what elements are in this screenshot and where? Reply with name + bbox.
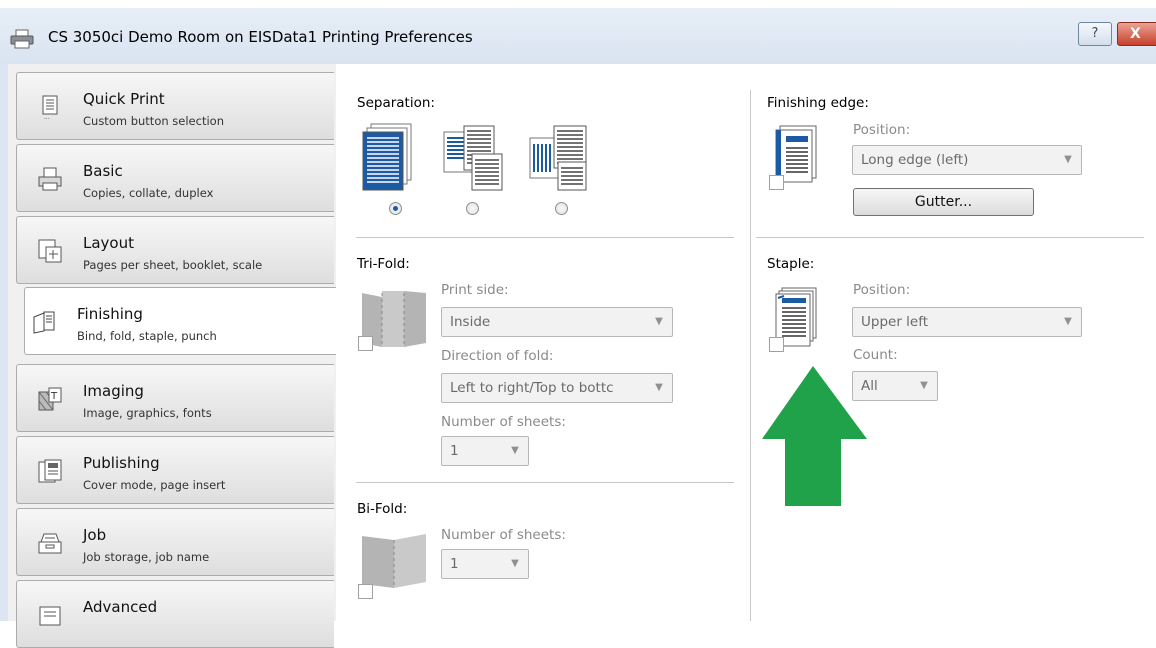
tab-name: Quick Print bbox=[83, 90, 165, 108]
quick-print-icon: ... bbox=[42, 95, 58, 120]
separation-option-1-icon[interactable] bbox=[361, 122, 413, 194]
bifold-checkbox[interactable] bbox=[358, 584, 373, 599]
title-bar: CS 3050ci Demo Room on EISData1 Printing… bbox=[0, 8, 1156, 64]
tab-description: Job storage, job name bbox=[83, 550, 210, 564]
up-arrow-icon bbox=[762, 366, 867, 506]
separation-radio-3[interactable] bbox=[555, 202, 568, 215]
tab-imaging[interactable]: T Imaging Image, graphics, fonts bbox=[16, 364, 334, 432]
staple-position-value: Upper left bbox=[861, 314, 929, 330]
chevron-down-icon: ▼ bbox=[652, 308, 666, 336]
separation-radio-1[interactable] bbox=[389, 202, 402, 215]
bifold-sheets-label: Number of sheets: bbox=[441, 527, 566, 543]
trifold-checkbox[interactable] bbox=[358, 336, 373, 351]
layout-icon bbox=[38, 239, 62, 263]
trifold-label: Tri-Fold: bbox=[357, 256, 410, 272]
tab-description: Copies, collate, duplex bbox=[83, 186, 214, 200]
tab-name: Finishing bbox=[77, 305, 143, 323]
tab-quick-print[interactable]: ... Quick Print Custom button selection bbox=[16, 72, 334, 140]
tab-job[interactable]: Job Job storage, job name bbox=[16, 508, 334, 576]
basic-icon bbox=[38, 167, 62, 191]
window-title: CS 3050ci Demo Room on EISData1 Printing… bbox=[48, 28, 473, 46]
printer-icon bbox=[10, 29, 34, 49]
trifold-print-side-value: Inside bbox=[450, 314, 491, 330]
chevron-down-icon: ▼ bbox=[1061, 146, 1075, 174]
finishing-edge-position-label: Position: bbox=[853, 122, 911, 138]
close-button[interactable]: X bbox=[1117, 22, 1156, 46]
finishing-edge-label: Finishing edge: bbox=[767, 95, 869, 111]
trifold-direction-select[interactable]: Left to right/Top to bottc ▼ bbox=[441, 373, 673, 403]
finishing-edge-position-select[interactable]: Long edge (left) ▼ bbox=[852, 145, 1082, 175]
chevron-down-icon: ▼ bbox=[652, 374, 666, 402]
svg-text:...: ... bbox=[44, 114, 50, 120]
help-button[interactable]: ? bbox=[1078, 22, 1112, 46]
tab-name: Job bbox=[83, 526, 107, 544]
chevron-down-icon: ▼ bbox=[1061, 308, 1075, 336]
bifold-sheets-select[interactable]: 1 ▼ bbox=[441, 549, 529, 579]
publishing-icon bbox=[38, 459, 62, 483]
window-frame bbox=[0, 64, 8, 621]
imaging-icon: T bbox=[38, 387, 62, 411]
svg-text:T: T bbox=[50, 391, 58, 402]
tab-name: Publishing bbox=[83, 454, 160, 472]
separation-label: Separation: bbox=[357, 95, 435, 111]
trifold-sheets-value: 1 bbox=[450, 443, 459, 459]
tab-layout[interactable]: Layout Pages per sheet, booklet, scale bbox=[16, 216, 334, 284]
chevron-down-icon: ▼ bbox=[508, 550, 522, 578]
bifold-label: Bi-Fold: bbox=[357, 501, 408, 517]
separation-option-3-icon[interactable] bbox=[528, 124, 592, 192]
job-icon bbox=[38, 533, 62, 554]
column-divider bbox=[750, 90, 751, 621]
staple-checkbox[interactable] bbox=[769, 337, 784, 352]
chevron-down-icon: ▼ bbox=[508, 437, 522, 465]
tab-description: Cover mode, page insert bbox=[83, 478, 226, 492]
tab-description: Pages per sheet, booklet, scale bbox=[83, 258, 263, 272]
tab-name: Advanced bbox=[83, 598, 158, 616]
trifold-print-side-label: Print side: bbox=[441, 282, 509, 298]
tab-publishing[interactable]: Publishing Cover mode, page insert bbox=[16, 436, 334, 504]
chevron-down-icon: ▼ bbox=[917, 372, 931, 400]
trifold-sheets-select[interactable]: 1 ▼ bbox=[441, 436, 529, 466]
tab-description: Image, graphics, fonts bbox=[83, 406, 212, 420]
tab-description: Bind, fold, staple, punch bbox=[77, 329, 217, 343]
finishing-edge-position-value: Long edge (left) bbox=[861, 152, 969, 168]
bifold-sheets-value: 1 bbox=[450, 556, 459, 572]
divider bbox=[756, 237, 1144, 238]
tab-name: Layout bbox=[83, 234, 134, 252]
staple-count-label: Count: bbox=[853, 347, 898, 363]
finishing-edge-checkbox[interactable] bbox=[769, 175, 784, 190]
separation-radio-2[interactable] bbox=[466, 202, 479, 215]
divider bbox=[356, 237, 734, 238]
tab-name: Imaging bbox=[83, 382, 144, 400]
bifold-icon bbox=[362, 534, 426, 588]
gutter-button[interactable]: Gutter... bbox=[853, 188, 1034, 216]
staple-label: Staple: bbox=[767, 256, 815, 272]
tab-advanced[interactable]: Advanced bbox=[16, 580, 334, 648]
finishing-icon bbox=[33, 311, 55, 334]
trifold-direction-value: Left to right/Top to bottc bbox=[450, 380, 614, 396]
trifold-direction-label: Direction of fold: bbox=[441, 348, 554, 364]
separation-option-2-icon[interactable] bbox=[442, 124, 506, 192]
staple-position-label: Position: bbox=[853, 282, 911, 298]
tab-finishing[interactable]: Finishing Bind, fold, staple, punch bbox=[24, 287, 336, 355]
tab-description: Custom button selection bbox=[83, 114, 224, 128]
tab-basic[interactable]: Basic Copies, collate, duplex bbox=[16, 144, 334, 212]
trifold-sheets-label: Number of sheets: bbox=[441, 414, 566, 430]
tab-name: Basic bbox=[83, 162, 123, 180]
trifold-print-side-select[interactable]: Inside ▼ bbox=[441, 307, 673, 337]
staple-position-select[interactable]: Upper left ▼ bbox=[852, 307, 1082, 337]
divider bbox=[356, 482, 734, 483]
advanced-icon bbox=[39, 606, 61, 626]
finishing-panel: Separation: Tri-Fold: Print side: Inside… bbox=[336, 64, 1156, 621]
